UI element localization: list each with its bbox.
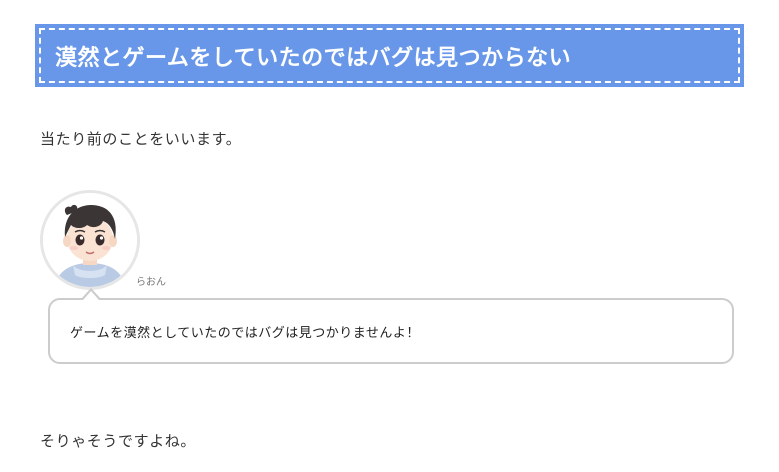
speech-bubble-text: ゲームを漠然としていたのではバグは見つかりませんよ！ (70, 325, 420, 341)
paragraph-closing: そりゃそうですよね。 (40, 432, 197, 450)
speaker-avatar (40, 190, 140, 290)
section-heading-text: 漠然とゲームをしていたのではバグは見つからない (55, 45, 572, 71)
article-page: 漠然とゲームをしていたのではバグは見つからない 当たり前のことをいいます。 らお… (0, 0, 779, 472)
section-heading: 漠然とゲームをしていたのではバグは見つからない (35, 24, 744, 87)
boy-character-avatar-icon (43, 193, 137, 287)
speaker-name: らおん (136, 277, 166, 288)
speech-bubble: ゲームを漠然としていたのではバグは見つかりませんよ！ (48, 298, 734, 364)
paragraph-intro: 当たり前のことをいいます。 (40, 130, 242, 148)
section-heading-dashed-frame: 漠然とゲームをしていたのではバグは見つからない (39, 28, 740, 83)
